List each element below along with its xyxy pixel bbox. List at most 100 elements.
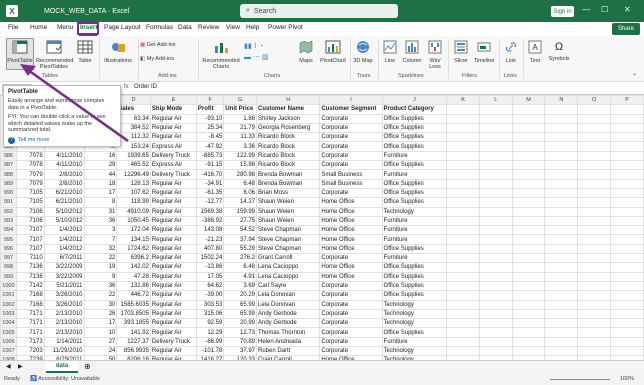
cell[interactable] (511, 215, 546, 227)
formula-input[interactable]: Order ID (134, 84, 157, 90)
cell[interactable]: Carl Sayre (255, 280, 321, 292)
cell[interactable]: Office Supplies (381, 122, 448, 134)
cell[interactable] (577, 318, 612, 329)
cell[interactable] (478, 243, 513, 255)
cell[interactable] (446, 308, 480, 320)
win-loss-button[interactable]: Win/ Loss (426, 40, 444, 70)
cell[interactable]: 26 (83, 308, 118, 320)
tab-help[interactable]: Help (246, 24, 259, 31)
cell[interactable] (446, 104, 480, 115)
cell[interactable]: 107.62 (116, 187, 151, 199)
cell[interactable]: Office Supplies (381, 132, 448, 143)
cell[interactable] (478, 197, 513, 208)
cell[interactable] (446, 169, 480, 180)
cell[interactable]: 3.69 (223, 280, 257, 292)
cell[interactable]: 31 (83, 206, 118, 217)
tab-menu[interactable]: Menu (57, 24, 73, 31)
cell[interactable]: Shirley Jackson (255, 113, 321, 124)
cell[interactable]: 446.72 (116, 290, 151, 301)
cell[interactable] (478, 113, 513, 124)
cell[interactable]: 9 (83, 271, 118, 282)
cell[interactable]: 22 (83, 290, 118, 301)
cell[interactable] (610, 234, 644, 245)
cell[interactable]: 37.97 (223, 345, 257, 357)
cell[interactable] (544, 336, 579, 348)
cell[interactable]: 280.98 (223, 169, 257, 180)
prev-sheet-icon[interactable]: ◀ (6, 363, 11, 370)
row-header[interactable]: 1004 (0, 318, 17, 329)
cell[interactable]: Product Category (381, 104, 448, 115)
row-header[interactable]: 994 (0, 225, 17, 236)
cell[interactable]: 6/21/2010 (43, 187, 85, 199)
cell[interactable]: Regular Air (149, 299, 197, 310)
table-button[interactable]: Table (74, 40, 96, 64)
cell[interactable] (610, 225, 644, 236)
cell[interactable] (577, 280, 612, 292)
cell[interactable]: Office Supplies (381, 280, 448, 292)
cell[interactable] (544, 197, 579, 208)
cell[interactable]: Furniture (381, 336, 448, 348)
cell[interactable]: 16 (83, 150, 118, 162)
cell[interactable]: Shaun Weien (255, 215, 321, 227)
cell[interactable]: Ricardo Block (255, 141, 321, 152)
cell[interactable]: 7106 (15, 215, 45, 227)
cell[interactable]: 407.80 (195, 243, 225, 255)
cell[interactable] (446, 206, 480, 217)
row-header[interactable]: 995 (0, 234, 17, 245)
cell[interactable] (544, 345, 579, 357)
cell[interactable] (511, 225, 546, 236)
cell[interactable] (478, 234, 513, 245)
timeline-button[interactable]: Timeline (472, 40, 496, 64)
cell[interactable]: 122.99 (223, 150, 257, 162)
ribbon-collapse-icon[interactable]: ⌄ (632, 70, 637, 77)
row-header[interactable]: 992 (0, 206, 17, 217)
cell[interactable]: 172.04 (116, 225, 151, 236)
cell[interactable]: 1227.37 (116, 336, 151, 348)
column-header[interactable]: D (116, 95, 151, 106)
cell[interactable] (478, 215, 513, 227)
cell[interactable] (511, 187, 546, 199)
cell[interactable]: Regular Air (149, 215, 197, 227)
search-box[interactable]: ⌕ Search (240, 4, 398, 18)
cell[interactable] (446, 290, 480, 301)
cell[interactable]: Sales (116, 104, 151, 115)
cell[interactable] (544, 290, 579, 301)
column-header[interactable]: M (511, 95, 546, 106)
cell[interactable]: 27.75 (223, 215, 257, 227)
cell[interactable]: -13.86 (195, 262, 225, 273)
cell[interactable]: 3/22/2009 (43, 271, 85, 282)
cell[interactable]: 7171 (15, 308, 45, 320)
cell[interactable] (610, 253, 644, 264)
cell[interactable] (478, 262, 513, 273)
cell[interactable]: Office Supplies (381, 271, 448, 282)
sign-in-button[interactable]: Sign in (551, 6, 574, 17)
cell[interactable]: 2/13/2010 (43, 318, 85, 329)
cell[interactable] (544, 253, 579, 264)
cell[interactable]: 6.48 (223, 178, 257, 189)
cell[interactable]: 6.06 (223, 187, 257, 199)
cell[interactable]: -34.91 (195, 178, 225, 189)
cell[interactable]: -885.73 (195, 150, 225, 162)
cell[interactable]: 7110 (15, 253, 45, 264)
cell[interactable]: 7105 (15, 197, 45, 208)
column-header[interactable]: K (446, 95, 480, 106)
cell[interactable] (577, 104, 612, 115)
cell[interactable] (446, 187, 480, 199)
cell[interactable] (446, 150, 480, 162)
cell[interactable] (610, 113, 644, 124)
cell[interactable]: 5/10/2012 (43, 206, 85, 217)
tab-file[interactable]: File (8, 24, 18, 31)
cell[interactable] (446, 336, 480, 348)
share-button[interactable]: Share (612, 23, 640, 35)
cell[interactable] (610, 141, 644, 152)
cell[interactable]: Regular Air (149, 280, 197, 292)
cell[interactable]: 7105 (15, 187, 45, 199)
cell[interactable]: Express Air (149, 160, 197, 171)
cell[interactable] (446, 299, 480, 310)
cell[interactable]: Corporate (319, 280, 383, 292)
cell[interactable]: 12.29 (195, 327, 225, 338)
cell[interactable]: 7078 (15, 160, 45, 171)
cell[interactable]: 63.34 (116, 113, 151, 124)
row-header[interactable]: 1005 (0, 327, 17, 338)
cell[interactable] (446, 253, 480, 264)
